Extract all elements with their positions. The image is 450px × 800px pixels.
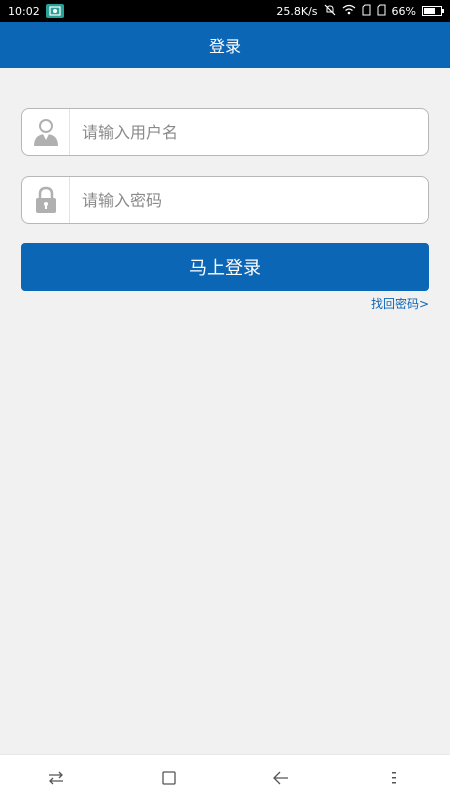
lock-icon xyxy=(22,177,70,223)
status-left: 10:02 xyxy=(8,4,64,18)
password-field[interactable] xyxy=(21,176,429,224)
screen-capture-icon xyxy=(45,4,64,18)
screen-capture-svg xyxy=(49,6,61,16)
mute-icon xyxy=(324,4,336,19)
back-arrow-icon[interactable] xyxy=(263,763,299,793)
menu-icon[interactable] xyxy=(376,763,412,793)
password-input[interactable] xyxy=(70,177,428,223)
app-header: 登录 xyxy=(0,22,450,68)
network-speed: 25.8K/s xyxy=(276,4,318,18)
status-time: 10:02 xyxy=(8,4,40,18)
battery-percent: 66% xyxy=(391,4,416,18)
wifi-icon xyxy=(342,4,356,18)
sim-icon-2 xyxy=(377,4,386,19)
lock-icon-svg xyxy=(35,186,56,213)
battery-icon xyxy=(422,6,444,16)
user-icon xyxy=(22,109,70,155)
username-field[interactable] xyxy=(21,108,429,156)
status-right: 25.8K/s 66% xyxy=(276,4,444,19)
status-bar: 10:02 25.8K/s 66% xyxy=(0,0,450,22)
username-input[interactable] xyxy=(70,109,428,155)
system-nav-bar xyxy=(0,754,450,800)
recover-password-link[interactable]: 找回密码> xyxy=(371,295,429,312)
switch-apps-icon[interactable] xyxy=(38,763,74,793)
home-square-icon[interactable] xyxy=(151,763,187,793)
page-title: 登录 xyxy=(208,37,241,56)
login-button[interactable]: 马上登录 xyxy=(21,243,429,291)
battery-fill xyxy=(424,8,435,14)
user-icon-svg xyxy=(33,119,58,146)
sim-icon-1 xyxy=(362,4,371,19)
